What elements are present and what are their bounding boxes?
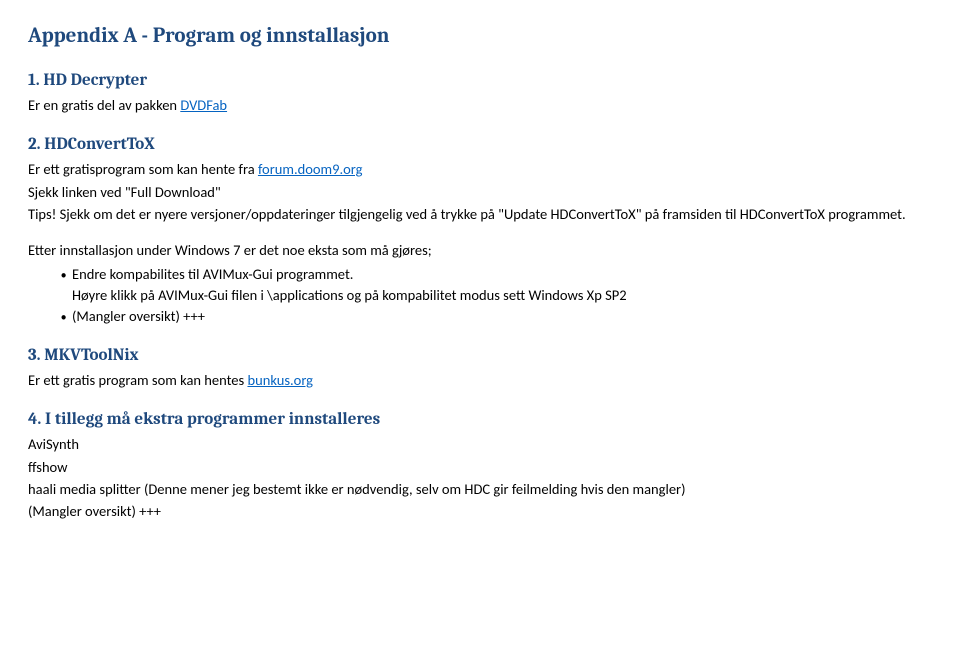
paragraph: Etter innstallasjon under Windows 7 er d…	[28, 240, 932, 260]
paragraph: Er ett gratisprogram som kan hente fra f…	[28, 159, 932, 179]
paragraph: Er en gratis del av pakken DVDFab	[28, 95, 932, 115]
text: Er ett gratis program som kan hentes	[28, 371, 247, 389]
link-forum-doom9[interactable]: forum.doom9.org	[258, 160, 363, 178]
paragraph: (Mangler oversikt) +++	[28, 501, 932, 521]
text: Er en gratis del av pakken	[28, 96, 180, 114]
heading-extra-programs: 4. I tillegg må ekstra programmer innsta…	[28, 408, 932, 432]
paragraph: Sjekk linken ved "Full Download"	[28, 182, 932, 202]
text: Endre kompabilites til AVIMux-Gui progra…	[72, 265, 353, 283]
section-extra-programs: 4. I tillegg må ekstra programmer innsta…	[28, 408, 932, 521]
link-bunkus[interactable]: bunkus.org	[247, 371, 313, 389]
link-dvdfab[interactable]: DVDFab	[180, 96, 227, 114]
heading-hd-decrypter: 1. HD Decrypter	[28, 69, 932, 93]
text: Høyre klikk på AVIMux-Gui filen i \appli…	[72, 286, 627, 304]
paragraph: haali media splitter (Denne mener jeg be…	[28, 479, 932, 499]
paragraph: Tips! Sjekk om det er nyere versjoner/op…	[28, 204, 932, 224]
heading-hdconverttox: 2. HDConvertToX	[28, 133, 932, 157]
heading-mkvtoolnix: 3. MKVToolNix	[28, 344, 932, 368]
paragraph: Er ett gratis program som kan hentes bun…	[28, 370, 932, 390]
list-item: (Mangler oversikt) +++	[72, 306, 932, 326]
paragraph: AviSynth	[28, 434, 932, 454]
list-item: Endre kompabilites til AVIMux-Gui progra…	[72, 264, 932, 305]
text: Er ett gratisprogram som kan hente fra	[28, 160, 258, 178]
section-hdconverttox: 2. HDConvertToX Er ett gratisprogram som…	[28, 133, 932, 326]
section-hd-decrypter: 1. HD Decrypter Er en gratis del av pakk…	[28, 69, 932, 115]
page-title: Appendix A - Program og innstallasjon	[28, 22, 932, 51]
bullet-list: Endre kompabilites til AVIMux-Gui progra…	[28, 264, 932, 326]
section-mkvtoolnix: 3. MKVToolNix Er ett gratis program som …	[28, 344, 932, 390]
paragraph: ffshow	[28, 457, 932, 477]
